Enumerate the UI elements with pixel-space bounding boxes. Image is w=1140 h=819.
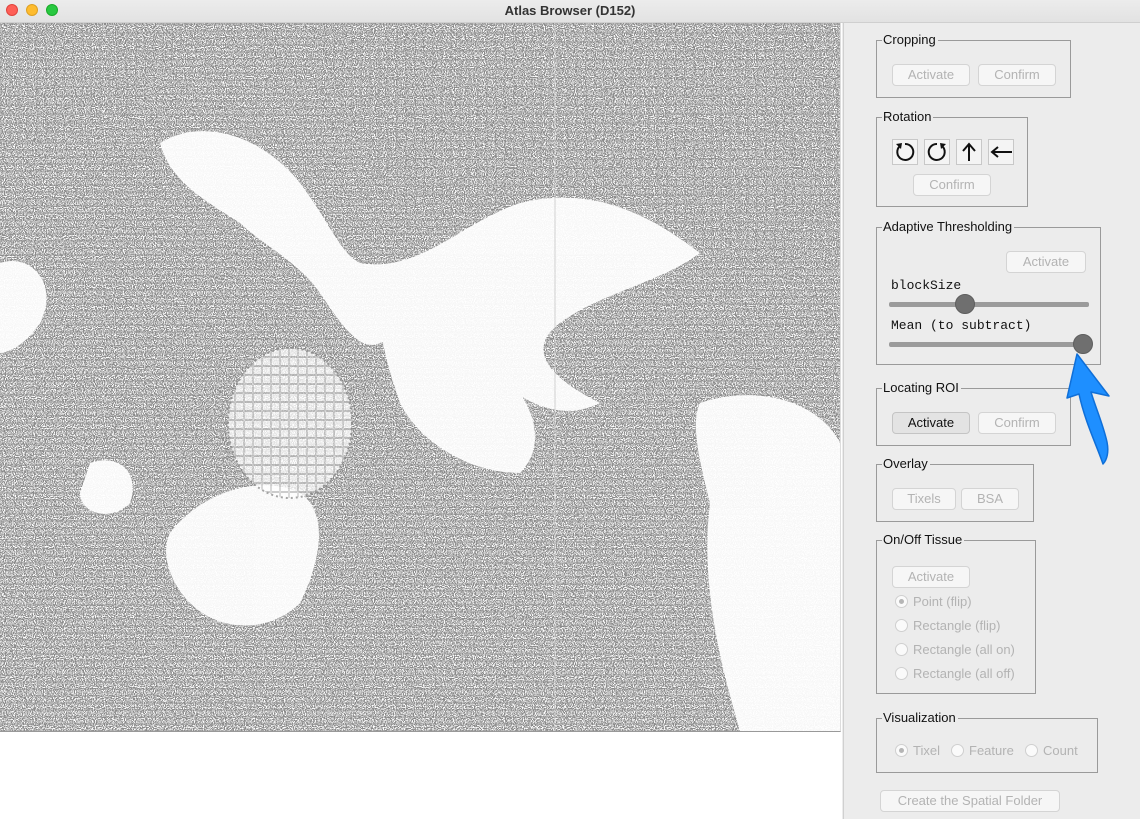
block-size-slider[interactable]	[889, 302, 1089, 307]
rotation-group: Rotation Confirm	[876, 109, 1028, 207]
image-canvas-area[interactable]	[0, 23, 842, 819]
radio-label: Rectangle (all off)	[913, 666, 1015, 681]
overlay-group: Overlay Tixels BSA	[876, 456, 1034, 522]
mean-slider[interactable]	[889, 342, 1089, 347]
block-size-label: blockSize	[891, 278, 962, 293]
cropping-activate-button[interactable]: Activate	[892, 64, 970, 86]
arrow-left-icon	[990, 146, 1012, 158]
visualization-group: Visualization Tixel Feature Count	[876, 710, 1098, 773]
flip-horizontal-button[interactable]	[988, 139, 1014, 165]
radio-indicator[interactable]	[951, 744, 964, 757]
radio-indicator[interactable]	[895, 619, 908, 632]
overlay-label: Overlay	[882, 456, 930, 472]
tissue-activate-button[interactable]: Activate	[892, 566, 970, 588]
rotate-right-icon	[927, 142, 946, 161]
radio-label: Tixel	[913, 743, 940, 758]
locating-roi-group: Locating ROI Activate Confirm	[876, 380, 1071, 446]
overlay-tixels-button[interactable]: Tixels	[892, 488, 956, 510]
rotation-label: Rotation	[882, 109, 934, 125]
cropping-label: Cropping	[882, 32, 938, 48]
radio-indicator[interactable]	[895, 667, 908, 680]
flip-vertical-button[interactable]	[956, 139, 982, 165]
radio-label: Feature	[969, 743, 1014, 758]
rotate-counterclockwise-button[interactable]	[892, 139, 918, 165]
on-off-tissue-group: On/Off Tissue Activate Point (flip) Rect…	[876, 532, 1036, 694]
rotation-confirm-button[interactable]: Confirm	[913, 174, 991, 196]
arrow-up-icon	[962, 142, 976, 161]
tissue-image[interactable]	[0, 23, 841, 732]
locating-roi-label: Locating ROI	[882, 380, 961, 396]
radio-indicator[interactable]	[895, 595, 908, 608]
overlay-bsa-button[interactable]: BSA	[961, 488, 1019, 510]
roi-confirm-button[interactable]: Confirm	[978, 412, 1056, 434]
radio-indicator[interactable]	[1025, 744, 1038, 757]
mean-label: Mean (to subtract)	[891, 318, 1032, 333]
radio-label: Rectangle (flip)	[913, 618, 1001, 633]
window-title: Atlas Browser (D152)	[504, 3, 636, 18]
radio-label: Point (flip)	[913, 594, 972, 609]
create-spatial-folder-button[interactable]: Create the Spatial Folder	[880, 790, 1060, 812]
adaptive-thresholding-group: Adaptive Thresholding Activate blockSize…	[876, 219, 1101, 365]
rotate-left-icon	[896, 142, 915, 161]
radio-label: Count	[1043, 743, 1078, 758]
radio-label: Rectangle (all on)	[913, 642, 1015, 657]
cropping-group: Cropping Activate Confirm	[876, 32, 1071, 98]
cropping-confirm-button[interactable]: Confirm	[978, 64, 1056, 86]
rotate-clockwise-button[interactable]	[924, 139, 950, 165]
mean-slider-handle[interactable]	[1073, 334, 1093, 354]
roi-activate-button[interactable]: Activate	[892, 412, 970, 434]
block-size-slider-handle[interactable]	[955, 294, 975, 314]
radio-indicator[interactable]	[895, 643, 908, 656]
pointer-cursor-icon	[1066, 353, 1110, 465]
on-off-tissue-label: On/Off Tissue	[882, 532, 965, 548]
thresholding-activate-button[interactable]: Activate	[1006, 251, 1086, 273]
visualization-label: Visualization	[882, 710, 958, 726]
thresholded-tissue-image[interactable]	[0, 23, 840, 731]
radio-indicator[interactable]	[895, 744, 908, 757]
adaptive-thresholding-label: Adaptive Thresholding	[882, 219, 1015, 235]
title-bar: Atlas Browser (D152)	[0, 0, 1140, 23]
